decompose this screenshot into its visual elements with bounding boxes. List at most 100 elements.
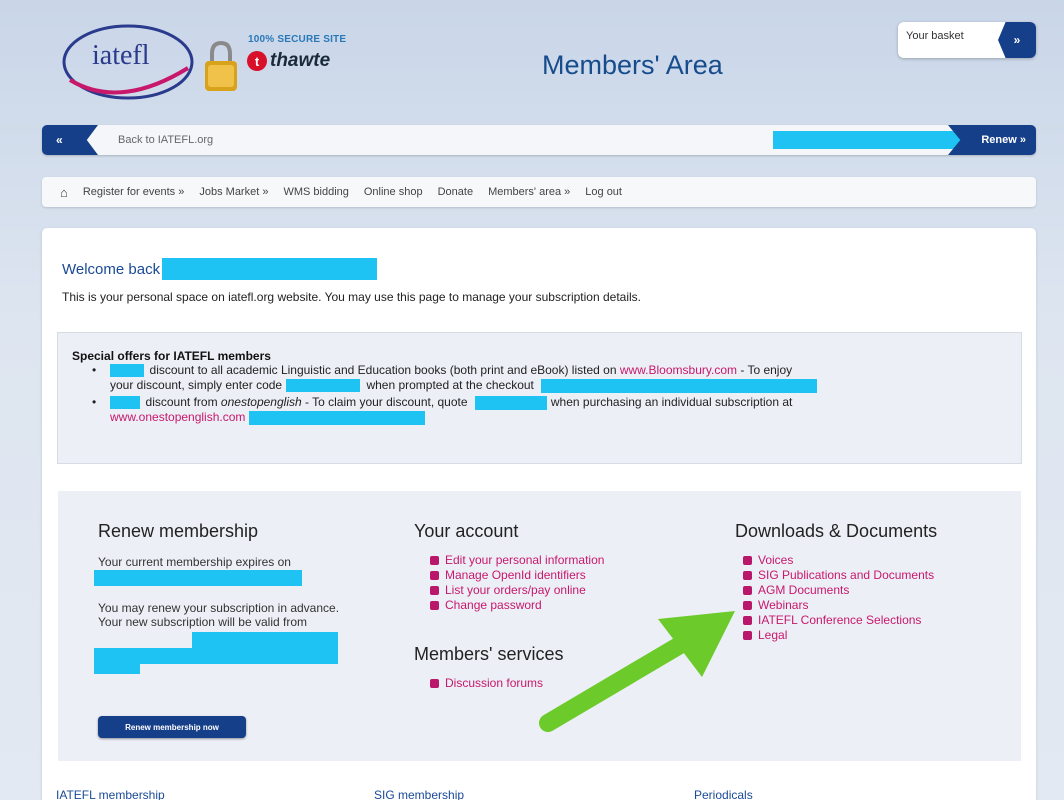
arrow-bullet-icon xyxy=(430,571,439,580)
padlock-icon xyxy=(205,40,237,91)
iatefl-membership-link[interactable]: IATEFL membership xyxy=(56,788,165,800)
offer-2-line-1: • discount from onestopenglish - To clai… xyxy=(92,395,792,410)
list-item[interactable]: List your orders/pay online xyxy=(430,583,604,598)
offer-2-text-b: - To claim your discount, quote xyxy=(305,395,468,409)
list-item[interactable]: Voices xyxy=(743,553,934,568)
offer-1-line-1: • discount to all academic Linguistic an… xyxy=(92,363,793,378)
page-title: Members' Area xyxy=(542,50,723,80)
manage-openid-link[interactable]: Manage OpenId identifiers xyxy=(445,568,586,583)
back-bar: « Back to IATEFL.org Renew » xyxy=(42,125,1036,155)
thawte-logo: t thawte xyxy=(247,50,330,72)
list-item[interactable]: Discussion forums xyxy=(430,676,543,691)
redacted-block xyxy=(109,396,140,410)
bullet: • xyxy=(92,363,97,377)
basket-button[interactable]: Your basket » xyxy=(898,22,1036,58)
basket-arrow-icon: » xyxy=(998,22,1036,58)
redacted-block xyxy=(541,378,818,393)
logo-text: iatefl xyxy=(92,40,150,71)
list-item[interactable]: Webinars xyxy=(743,598,934,613)
intro-text: This is your personal space on iatefl.or… xyxy=(62,290,641,304)
arrow-bullet-icon xyxy=(430,679,439,688)
annotation-arrow-icon xyxy=(539,611,735,732)
advance-text-content: You may renew your subscription in advan… xyxy=(98,601,340,629)
special-offers-box: Special offers for IATEFL members • disc… xyxy=(57,332,1022,464)
downloads-links: Voices SIG Publications and Documents AG… xyxy=(743,553,934,643)
thawte-text: thawte xyxy=(270,50,331,71)
onestopenglish-link[interactable]: www.onestopenglish.com xyxy=(110,410,245,424)
nav-item-log-out[interactable]: Log out xyxy=(585,186,622,198)
expires-text: Your current membership expires on xyxy=(98,555,291,569)
redacted-block xyxy=(248,410,425,425)
basket-label: Your basket xyxy=(906,30,964,42)
legal-link[interactable]: Legal xyxy=(758,628,787,643)
offer-2-line-2: www.onestopenglish.com xyxy=(110,410,425,425)
arrow-bullet-icon xyxy=(743,556,752,565)
offer-1-text-b: - To enjoy xyxy=(740,363,793,377)
redacted-code xyxy=(286,379,361,393)
redacted-code xyxy=(474,395,547,410)
home-icon[interactable]: ⌂ xyxy=(60,185,68,200)
offer-2-italic: onestopenglish xyxy=(220,395,302,409)
redacted-name xyxy=(162,258,378,280)
iatefl-logo[interactable]: iatefl xyxy=(60,22,195,104)
list-item[interactable]: IATEFL Conference Selections xyxy=(743,613,934,628)
arrow-bullet-icon xyxy=(430,556,439,565)
your-account-heading: Your account xyxy=(414,521,519,541)
webinars-link[interactable]: Webinars xyxy=(758,598,808,613)
edit-info-link[interactable]: Edit your personal information xyxy=(445,553,604,568)
agm-documents-link[interactable]: AGM Documents xyxy=(758,583,849,598)
nav-item-donate[interactable]: Donate xyxy=(438,186,473,198)
offer-1-text-c: your discount, simply enter code xyxy=(110,378,283,392)
downloads-heading: Downloads & Documents xyxy=(735,521,938,541)
arrow-bullet-icon xyxy=(430,586,439,595)
nav-item-online-shop[interactable]: Online shop xyxy=(364,186,423,198)
renew-membership-heading: Renew membership xyxy=(98,521,259,541)
list-item[interactable]: Legal xyxy=(743,628,934,643)
offers-title: Special offers for IATEFL members xyxy=(72,349,271,363)
back-arrow-icon[interactable]: « xyxy=(42,125,98,155)
redacted-date xyxy=(94,570,302,586)
orders-link[interactable]: List your orders/pay online xyxy=(445,583,586,598)
discussion-forums-link[interactable]: Discussion forums xyxy=(445,676,543,691)
offer-2-text-c: when purchasing an individual subscripti… xyxy=(550,395,793,409)
advance-text: You may renew your subscription in advan… xyxy=(98,601,360,629)
offer-1-text-d: when prompted at the checkout xyxy=(366,378,534,392)
offer-2-text: discount from xyxy=(145,395,218,409)
account-links: Edit your personal information Manage Op… xyxy=(430,553,604,613)
welcome-text: Welcome back xyxy=(62,260,161,278)
nav-item-wms-bidding[interactable]: WMS bidding xyxy=(283,186,348,198)
redacted-block xyxy=(109,364,144,378)
renew-membership-now-button[interactable]: Renew membership now xyxy=(98,716,246,738)
list-item[interactable]: SIG Publications and Documents xyxy=(743,568,934,583)
welcome-heading: Welcome back xyxy=(62,258,378,280)
offer-1-text: discount to all academic Linguistic and … xyxy=(149,363,617,377)
offer-1-line-2: your discount, simply enter code when pr… xyxy=(110,378,818,393)
thawte-icon: t xyxy=(247,51,267,71)
redacted-date xyxy=(192,632,338,648)
bullet: • xyxy=(92,395,97,409)
nav-item-register-events[interactable]: Register for events » xyxy=(83,186,185,198)
list-item[interactable]: AGM Documents xyxy=(743,583,934,598)
redacted-block xyxy=(773,131,986,149)
redacted-date xyxy=(94,648,338,664)
back-to-site-link[interactable]: Back to IATEFL.org xyxy=(118,134,213,146)
renew-button[interactable]: Renew » xyxy=(948,125,1036,155)
arrow-bullet-icon xyxy=(743,586,752,595)
secure-site-label: 100% SECURE SITE xyxy=(248,34,347,45)
main-nav: ⌂ Register for events » Jobs Market » WM… xyxy=(42,177,1036,207)
sig-membership-link[interactable]: SIG membership xyxy=(374,788,464,800)
list-item[interactable]: Manage OpenId identifiers xyxy=(430,568,604,583)
arrow-bullet-icon xyxy=(430,601,439,610)
nav-item-jobs-market[interactable]: Jobs Market » xyxy=(199,186,268,198)
nav-item-members-area[interactable]: Members' area » xyxy=(488,186,570,198)
secure-site-seal[interactable]: 100% SECURE SITE t thawte xyxy=(203,30,393,100)
change-password-link[interactable]: Change password xyxy=(445,598,542,613)
services-links: Discussion forums xyxy=(430,676,543,691)
sig-publications-link[interactable]: SIG Publications and Documents xyxy=(758,568,934,583)
voices-link[interactable]: Voices xyxy=(758,553,793,568)
bloomsbury-link[interactable]: www.Bloomsbury.com xyxy=(620,363,737,377)
arrow-bullet-icon xyxy=(743,571,752,580)
conference-selections-link[interactable]: IATEFL Conference Selections xyxy=(758,613,921,628)
list-item[interactable]: Edit your personal information xyxy=(430,553,604,568)
periodicals-link[interactable]: Periodicals xyxy=(694,788,753,800)
